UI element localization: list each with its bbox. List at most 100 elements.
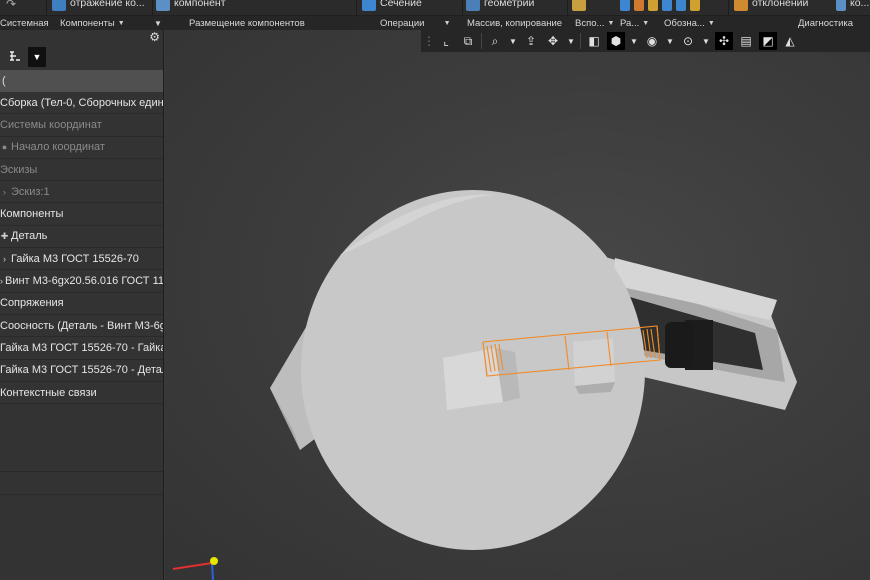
tree-item-label: Эскиз:1: [11, 185, 50, 198]
tree-item[interactable]: ● Начало координат: [0, 137, 163, 159]
tool-a-icon: [620, 0, 630, 11]
ribbon-group-labels: Системная Компоненты ▼ ▼ Размещение компо…: [0, 15, 870, 30]
tree-item-label: Гайка М3 ГОСТ 15526-70 - Гайка М3: [0, 341, 163, 354]
visibility-button[interactable]: ◉: [643, 32, 661, 50]
tree-item[interactable]: Контекстные связи: [0, 382, 163, 405]
tool-d-icon: [662, 0, 672, 11]
zoom-icon: ⌕: [491, 33, 499, 48]
group-aux[interactable]: Вспо... ▼: [575, 17, 614, 30]
shading-dropdown[interactable]: ▼: [629, 32, 639, 50]
tree-item-label: Эскизы: [0, 163, 38, 176]
section-view-button[interactable]: ▤: [737, 32, 755, 50]
chevron-down-icon: ▼: [443, 20, 451, 27]
model-tree-panel: ⚙ ▼ ( Сборка (Тел-0, Сборочных единиц-0С…: [0, 30, 164, 580]
cube-icon: ◧: [588, 34, 600, 48]
tree-item-label: Контекстные связи: [0, 386, 97, 399]
tool-c-icon: [648, 0, 658, 11]
group-notation[interactable]: Обозна... ▼: [664, 17, 715, 30]
tree-item-marker: ›: [0, 276, 3, 287]
normal-view-icon: ⧉: [463, 33, 473, 48]
group-components[interactable]: Компоненты ▼: [60, 17, 125, 30]
group-diagnostics[interactable]: Диагностика: [798, 17, 853, 30]
tree-item[interactable]: Гайка М3 ГОСТ 15526-70 - Гайка М3: [0, 337, 163, 360]
normal-view-button[interactable]: ⧉: [459, 32, 477, 50]
filter-button[interactable]: ✣: [715, 32, 733, 50]
display-button[interactable]: ⊙: [679, 32, 697, 50]
perspective-button[interactable]: ◩: [759, 32, 777, 50]
view-cube-button[interactable]: ◧: [585, 32, 603, 50]
toolbar-grip[interactable]: ⋮: [423, 32, 435, 50]
chevron-down-icon: ▼: [32, 52, 42, 62]
tree-structure-icon: [10, 51, 20, 61]
mirror-component-button[interactable]: отражение ко...: [52, 0, 148, 15]
check-icon: [836, 0, 846, 11]
ribbon: ↷ отражение ко... компонент Сечение геом…: [0, 0, 870, 30]
add-component-button[interactable]: компонент: [156, 0, 256, 15]
zoom-dropdown[interactable]: ▼: [508, 32, 518, 50]
section-icon: [362, 0, 376, 11]
tree-bottom-bar: [0, 471, 163, 495]
undo-button[interactable]: ↷: [6, 0, 46, 15]
tree-item-label: Сопряжения: [0, 297, 64, 310]
group-operations[interactable]: Операции ▼: [380, 17, 451, 30]
tree-item[interactable]: › Гайка М3 ГОСТ 15526-70: [0, 248, 163, 271]
mirror-component-label: отражение ко...: [70, 0, 145, 9]
tree-item-label: Деталь: [11, 230, 48, 243]
display-dropdown[interactable]: ▼: [701, 32, 711, 50]
tool-b-icon: [634, 0, 644, 11]
geometry-icon: [466, 0, 480, 11]
tree-item-marker: ✚: [0, 231, 9, 242]
tree-view-button[interactable]: [4, 47, 26, 67]
more-view-icon: ◭: [785, 34, 795, 48]
perspective-icon: ◩: [762, 34, 774, 48]
tree-item[interactable]: Сборка (Тел-0, Сборочных единиц-0: [0, 92, 163, 115]
gear-icon[interactable]: ⚙: [149, 30, 160, 44]
visibility-dropdown[interactable]: ▼: [665, 32, 675, 50]
more-view-button[interactable]: ◭: [781, 32, 799, 50]
measure-button[interactable]: [572, 0, 612, 15]
chevron-down-icon: ▼: [707, 20, 715, 27]
chevron-down-icon: ▼: [567, 36, 575, 46]
axis-triad: [172, 557, 218, 580]
tree-item[interactable]: Компоненты: [0, 203, 163, 226]
rotate-dropdown[interactable]: ▼: [566, 32, 576, 50]
quick-tools-button[interactable]: [620, 0, 728, 15]
tree-item[interactable]: ✚ Деталь: [0, 226, 163, 249]
chevron-down-icon: ▼: [630, 36, 638, 46]
deviation-button[interactable]: отклонений: [734, 0, 830, 15]
chevron-down-icon: ▼: [702, 36, 710, 46]
geometry-button[interactable]: геометрии: [466, 0, 566, 15]
tree-item-label: Гайка М3 ГОСТ 15526-70 - Деталь: [0, 364, 163, 377]
group-system[interactable]: Системная: [0, 17, 49, 30]
view-toolbar: ⋮ ⌞ ⧉ ⌕ ▼ ⇪ ✥ ▼ ◧ ⬢ ▼ ◉ ▼ ⊙ ▼ ✣ ▤ ◩ ◭: [421, 30, 870, 52]
rotate-icon: ✥: [547, 34, 559, 48]
zoom-button[interactable]: ⌕: [486, 32, 504, 50]
mirror-component-icon: [52, 0, 66, 11]
rotate-button[interactable]: ✥: [544, 32, 562, 50]
chevron-down-icon: ▼: [117, 20, 125, 27]
tree-item[interactable]: Эскизы: [0, 159, 163, 182]
tree-item[interactable]: Системы координат: [0, 114, 163, 137]
model-scene[interactable]: [165, 30, 870, 580]
check-button[interactable]: ко...: [836, 0, 870, 15]
3d-viewport[interactable]: [165, 30, 870, 580]
tree-item[interactable]: Сопряжения: [0, 293, 163, 315]
chevron-down-icon: ▼: [607, 20, 615, 27]
tree-item[interactable]: Соосность (Деталь - Винт М3-6gx2: [0, 315, 163, 338]
section-button[interactable]: Сечение: [362, 0, 452, 15]
tree-item-label: Соосность (Деталь - Винт М3-6gx2: [0, 319, 163, 332]
tree-item[interactable]: ›Винт М3-6gx20.56.016 ГОСТ 11738: [0, 270, 163, 293]
tree-item-label: Винт М3-6gx20.56.016 ГОСТ 11738: [5, 275, 163, 288]
shading-button[interactable]: ⬢: [607, 32, 625, 50]
orient-button[interactable]: ⌞: [437, 32, 455, 50]
tree-view-dropdown[interactable]: ▼: [28, 47, 46, 67]
check-label: ко...: [850, 0, 870, 9]
tree-item[interactable]: › Эскиз:1: [0, 181, 163, 204]
group-size[interactable]: Ра... ▼: [620, 17, 649, 30]
pan-button[interactable]: ⇪: [522, 32, 540, 50]
group-placement[interactable]: ▼ Размещение компонентов: [154, 17, 305, 30]
tree-item[interactable]: Гайка М3 ГОСТ 15526-70 - Деталь: [0, 360, 163, 382]
group-array[interactable]: Массив, копирование: [467, 17, 562, 30]
section-label: Сечение: [380, 0, 422, 9]
tree-item-label: Сборка (Тел-0, Сборочных единиц-0: [0, 96, 163, 109]
